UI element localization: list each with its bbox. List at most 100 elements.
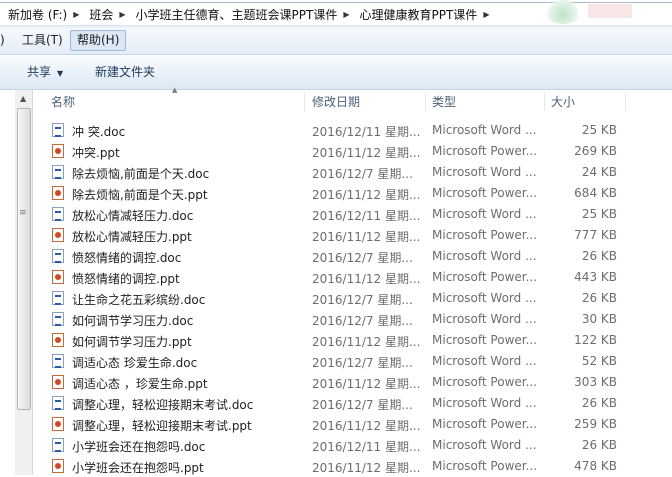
breadcrumb-chevron-icon[interactable]: ▶ (481, 10, 491, 19)
menu-item-tools[interactable]: 工具(T) (16, 31, 69, 50)
file-size: 26 KB (581, 396, 617, 410)
scrollbar-thumb[interactable] (17, 108, 31, 410)
file-name: 放松心情减轻压力.doc (72, 209, 194, 223)
file-size: 26 KB (581, 438, 617, 452)
word-document-icon (52, 354, 64, 368)
file-size: 26 KB (581, 249, 617, 263)
powerpoint-file-icon (52, 228, 64, 242)
column-divider[interactable] (304, 93, 305, 111)
file-name: 调整心理，轻松迎接期末考试.ppt (72, 419, 252, 433)
powerpoint-file-icon (52, 417, 64, 431)
file-name: 调适心态 ，珍爱生命.ppt (72, 377, 208, 391)
file-date: 2016/12/11 星期... (312, 125, 421, 139)
file-type: Microsoft Word ... (432, 312, 537, 326)
chevron-down-icon: ▼ (57, 69, 64, 78)
file-date: 2016/12/7 星期... (312, 167, 413, 181)
file-size: 269 KB (574, 144, 617, 158)
file-type: Microsoft Power... (432, 144, 538, 158)
file-name: 冲突.ppt (72, 146, 120, 160)
file-date: 2016/11/12 星期... (312, 272, 421, 286)
column-header-date[interactable]: 修改日期 (312, 90, 360, 114)
file-date: 2016/12/7 星期... (312, 251, 413, 265)
file-name: 小学班会还在抱怨吗.doc (72, 440, 206, 454)
scroll-up-arrow-icon[interactable]: ▲ (20, 94, 26, 103)
file-date: 2016/11/12 星期... (312, 335, 421, 349)
column-header-size[interactable]: 大小 (551, 90, 575, 114)
file-date: 2016/12/7 星期... (312, 314, 413, 328)
breadcrumb-folder-courseware[interactable]: 小学班主任德育、主题班会课PPT课件 (128, 6, 342, 23)
breadcrumb-chevron-icon[interactable]: ▶ (341, 10, 351, 19)
file-size: 777 KB (574, 228, 617, 242)
word-document-icon (52, 165, 64, 179)
share-button[interactable]: 共享 ▼ (27, 63, 63, 80)
file-row[interactable]: 调整心理，轻松迎接期末考试.ppt 2016/11/12 星期... Microso… (33, 414, 672, 435)
address-bar: 新加卷 (F:) ▶ 班会 ▶ 小学班主任德育、主题班会课PPT课件 ▶ 心理健… (0, 0, 672, 29)
file-row[interactable]: 放松心情减轻压力.ppt 2016/11/12 星期... Microsoft Po… (33, 225, 672, 246)
powerpoint-file-icon (52, 186, 64, 200)
file-type: Microsoft Power... (432, 417, 538, 431)
file-date: 2016/12/11 星期... (312, 440, 421, 454)
file-date: 2016/12/7 星期... (312, 293, 413, 307)
file-name: 放松心情减轻压力.ppt (72, 230, 192, 244)
file-row[interactable]: 放松心情减轻压力.doc 2016/12/11 星期... Microsoft Wo… (33, 204, 672, 225)
file-row[interactable]: 小学班会还在抱怨吗.doc 2016/12/11 星期... Microsoft W… (33, 435, 672, 456)
file-type: Microsoft Word ... (432, 165, 537, 179)
sort-ascending-icon: ▲ (172, 86, 178, 94)
breadcrumb-folder-banhui[interactable]: 班会 (81, 6, 117, 23)
powerpoint-file-icon (52, 375, 64, 389)
vertical-scrollbar[interactable]: ▲ ≡ (15, 90, 33, 475)
command-toolbar: 共享 ▼ 新建文件夹 (0, 55, 672, 90)
watermark-banner (588, 4, 632, 18)
file-row[interactable]: 小学班会还在抱怨吗.ppt 2016/11/12 星期... Microsoft P… (33, 456, 672, 477)
new-folder-button[interactable]: 新建文件夹 (95, 63, 155, 80)
file-size: 30 KB (581, 312, 617, 326)
breadcrumb-folder-current[interactable]: 心理健康教育PPT课件 (352, 6, 482, 23)
file-size: 684 KB (574, 186, 617, 200)
column-divider[interactable] (625, 93, 626, 111)
file-size: 24 KB (581, 165, 617, 179)
file-row[interactable]: 愤怒情绪的调控.ppt 2016/11/12 星期... Microsoft Pow… (33, 267, 672, 288)
file-row[interactable]: 让生命之花五彩缤纷.doc 2016/12/7 星期... Microsoft Wo… (33, 288, 672, 309)
file-name: 愤怒情绪的调控.doc (72, 251, 182, 265)
file-name: 除去烦恼,前面是个天.ppt (72, 188, 208, 202)
file-size: 52 KB (581, 354, 617, 368)
file-row[interactable]: 调整心理，轻松迎接期末考试.doc 2016/12/7 星期... Microsof… (33, 393, 672, 414)
powerpoint-file-icon (52, 270, 64, 284)
file-type: Microsoft Power... (432, 186, 538, 200)
breadcrumb-drive[interactable]: 新加卷 (F:) (0, 6, 71, 23)
word-document-icon (52, 207, 64, 221)
file-row[interactable]: 调适心态 珍爱生命.doc 2016/12/7 星期... Microsoft Wo… (33, 351, 672, 372)
file-type: Microsoft Word ... (432, 207, 537, 221)
menu-item-partial[interactable]: ) (0, 31, 11, 50)
file-type: Microsoft Word ... (432, 123, 537, 137)
file-row[interactable]: 如何调节学习压力.ppt 2016/11/12 星期... Microsoft Po… (33, 330, 672, 351)
breadcrumb-chevron-icon[interactable]: ▶ (117, 10, 127, 19)
column-divider[interactable] (425, 93, 426, 111)
file-date: 2016/12/7 星期... (312, 356, 413, 370)
file-row[interactable]: 调适心态 ，珍爱生命.ppt 2016/11/12 星期... Microsoft … (33, 372, 672, 393)
file-name: 让生命之花五彩缤纷.doc (72, 293, 206, 307)
file-type: Microsoft Word ... (432, 354, 537, 368)
word-document-icon (52, 123, 64, 137)
file-name: 愤怒情绪的调控.ppt (72, 272, 180, 286)
file-date: 2016/11/12 星期... (312, 461, 421, 475)
file-row[interactable]: 冲 突.doc 2016/12/11 星期... Microsoft Word ..… (33, 120, 672, 141)
column-header-type[interactable]: 类型 (432, 90, 456, 114)
word-document-icon (52, 249, 64, 263)
file-name: 小学班会还在抱怨吗.ppt (72, 461, 204, 475)
file-row[interactable]: 愤怒情绪的调控.doc 2016/12/7 星期... Microsoft Word… (33, 246, 672, 267)
file-date: 2016/12/7 星期... (312, 398, 413, 412)
navigation-pane[interactable] (0, 90, 16, 475)
column-divider[interactable] (544, 93, 545, 111)
menu-item-help[interactable]: 帮助(H) (70, 30, 127, 51)
file-name: 如何调节学习压力.ppt (72, 335, 192, 349)
file-row[interactable]: 冲突.ppt 2016/11/12 星期... Microsoft Power...… (33, 141, 672, 162)
file-row[interactable]: 除去烦恼,前面是个天.ppt 2016/11/12 星期... Microsoft … (33, 183, 672, 204)
file-row[interactable]: 除去烦恼,前面是个天.doc 2016/12/7 星期... Microsoft W… (33, 162, 672, 183)
file-size: 25 KB (581, 207, 617, 221)
breadcrumb-chevron-icon[interactable]: ▶ (71, 10, 81, 19)
file-name: 除去烦恼,前面是个天.doc (72, 167, 210, 181)
column-header-name[interactable]: 名称 (51, 90, 75, 114)
file-row[interactable]: 如何调节学习压力.doc 2016/12/7 星期... Microsoft Wor… (33, 309, 672, 330)
word-document-icon (52, 396, 64, 410)
